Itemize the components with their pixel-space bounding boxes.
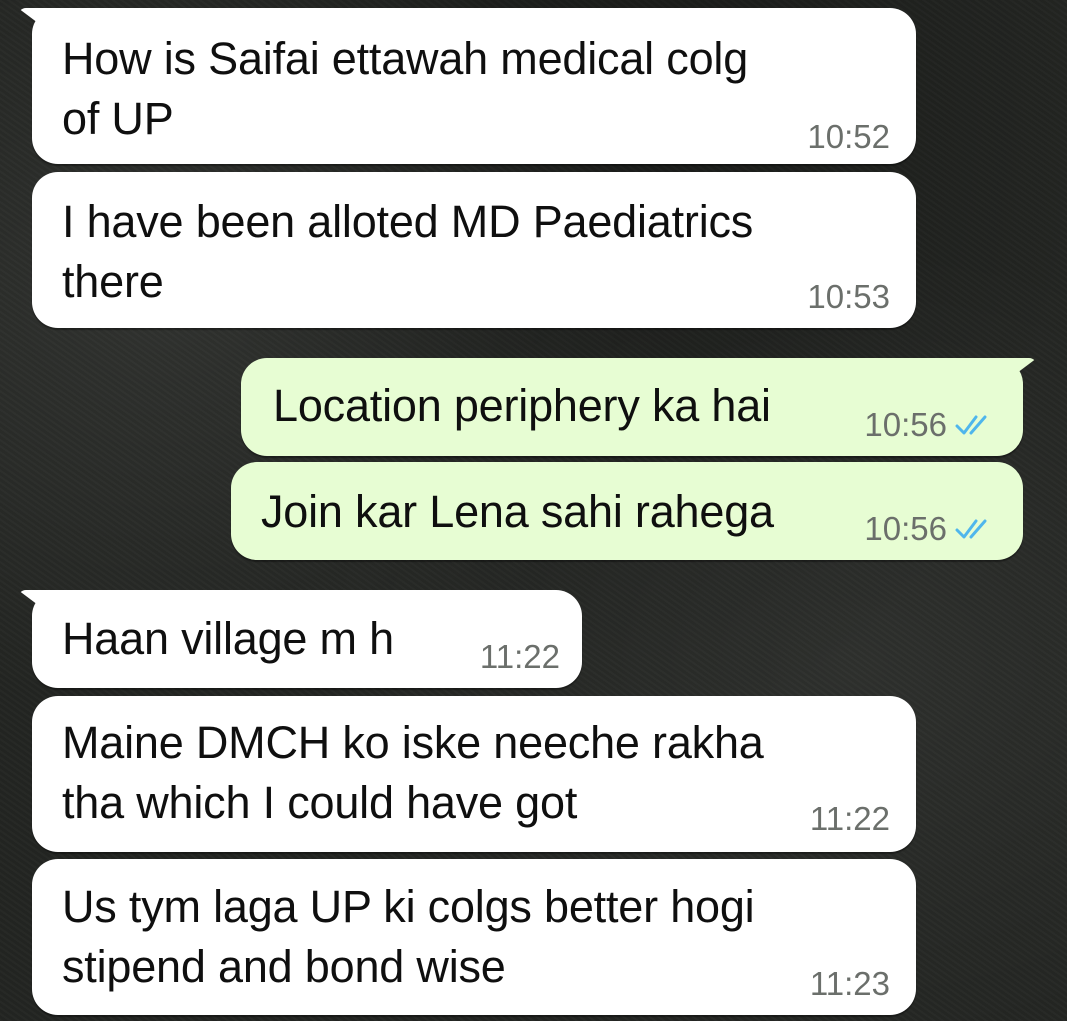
- message-text: Join kar Lena sahi rahega: [261, 486, 774, 537]
- message-meta: 11:22: [480, 638, 560, 676]
- message-text: Location periphery ka hai: [273, 380, 771, 431]
- message-text: Maine DMCH ko iske neeche rakha tha whic…: [62, 717, 764, 828]
- message-bubble-incoming[interactable]: How is Saifai ettawah medical colg of UP…: [32, 8, 916, 164]
- message-timestamp: 10:56: [864, 510, 947, 547]
- message-text: How is Saifai ettawah medical colg of UP: [62, 33, 749, 144]
- message-bubble-outgoing[interactable]: Location periphery ka hai 10:56: [241, 358, 1023, 456]
- message-bubble-outgoing[interactable]: Join kar Lena sahi rahega 10:56: [231, 462, 1023, 560]
- message-bubble-incoming[interactable]: Haan village m h 11:22: [32, 590, 582, 688]
- message-text: Us tym laga UP ki colgs better hogi stip…: [62, 881, 755, 992]
- message-timestamp: 11:22: [809, 800, 890, 837]
- message-meta: 10:56: [864, 510, 995, 548]
- message-timestamp: 10:52: [807, 118, 890, 155]
- message-bubble-incoming[interactable]: Us tym laga UP ki colgs better hogi stip…: [32, 859, 916, 1015]
- message-meta: 10:53: [807, 278, 890, 316]
- message-bubble-incoming[interactable]: I have been alloted MD Paediatrics there…: [32, 172, 916, 328]
- message-timestamp: 11:23: [809, 965, 890, 1002]
- message-meta: 10:56: [864, 406, 995, 444]
- double-check-icon: [955, 519, 987, 539]
- message-timestamp: 10:56: [864, 406, 947, 443]
- double-check-icon: [955, 415, 987, 435]
- message-meta: 11:22: [810, 800, 890, 838]
- message-meta: 11:23: [810, 965, 890, 1003]
- message-text: Haan village m h: [62, 613, 394, 664]
- message-timestamp: 11:22: [479, 638, 560, 675]
- message-bubble-incoming[interactable]: Maine DMCH ko iske neeche rakha tha whic…: [32, 696, 916, 852]
- message-timestamp: 10:53: [807, 278, 890, 315]
- message-text: I have been alloted MD Paediatrics there: [62, 196, 754, 307]
- message-meta: 10:52: [807, 118, 890, 156]
- chat-area[interactable]: How is Saifai ettawah medical colg of UP…: [0, 0, 1067, 1021]
